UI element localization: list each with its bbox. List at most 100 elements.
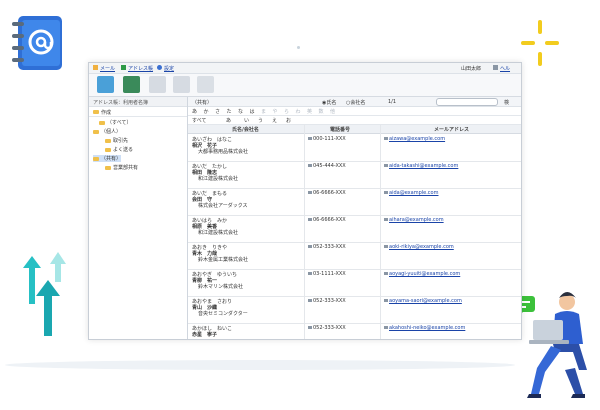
- table-row[interactable]: あいざわ はなこ 相沢 花子 大都事務用品株式会社 000-111-XXX aizawa…: [188, 134, 521, 162]
- kana-sub-tab-4[interactable]: え: [272, 117, 277, 124]
- kana-tab-6[interactable]: ま: [261, 108, 266, 115]
- table-row[interactable]: あおやぎ ゆういち 青柳 祐一 鈴木マリン株式会社 03-1111-XXX aoyagi…: [188, 269, 521, 297]
- phone-icon: [308, 191, 312, 194]
- nav-settings-link[interactable]: 設定: [164, 65, 174, 72]
- folder-icon: [93, 110, 99, 114]
- tree-item-sales-shared[interactable]: 営業部共有: [105, 164, 138, 171]
- page-indicator[interactable]: 1/1: [388, 99, 396, 105]
- help-link[interactable]: ヘル: [500, 65, 510, 72]
- table-row[interactable]: あいだ たかし 相田 隆志 和江建設株式会社 045-444-XXX aida-taka…: [188, 161, 521, 189]
- phone-icon: [308, 164, 312, 167]
- column-phone[interactable]: 電話番号: [330, 126, 350, 133]
- kana-sub-tab-3[interactable]: う: [258, 117, 263, 124]
- kana-tab-4[interactable]: な: [238, 108, 243, 115]
- phone-icon: [308, 218, 312, 221]
- address-book-window: メール アドレス帳 設定 山田太郎 ヘル アドレス帳：利用者名簿 作成 （すべて…: [88, 62, 522, 340]
- email-cell: akahoshi-neiko@example.com: [384, 325, 465, 331]
- mail-icon: [384, 245, 388, 248]
- settings-icon: [157, 65, 162, 70]
- email-cell: aoyama-saori@example.com: [384, 298, 462, 304]
- phone-number: 06-6666-XXX: [313, 190, 346, 196]
- radio-company[interactable]: ○会社名: [346, 99, 365, 106]
- folder-icon: [105, 138, 111, 143]
- email-link[interactable]: aihara@example.com: [389, 217, 444, 223]
- kana-tab-3[interactable]: た: [227, 108, 232, 115]
- up-arrows-icon: [23, 252, 66, 336]
- search-button[interactable]: 検: [504, 99, 509, 106]
- kana-tab-1[interactable]: か: [204, 108, 209, 115]
- email-link[interactable]: aida-takashi@example.com: [389, 163, 458, 169]
- phone-cell: 045-444-XXX: [308, 163, 346, 169]
- kana-index-row: あかさたなはまやらわ英数他: [188, 107, 521, 116]
- kana-tab-7[interactable]: や: [273, 108, 278, 115]
- new-contact-button[interactable]: [97, 76, 114, 93]
- user-name: 山田太郎: [461, 66, 482, 72]
- email-link[interactable]: aizawa@example.com: [389, 136, 445, 142]
- email-cell: aida@example.com: [384, 190, 438, 196]
- decor-dot: [297, 46, 300, 49]
- contact-name[interactable]: 赤星 寧子: [192, 331, 217, 338]
- mail-icon: [93, 65, 98, 70]
- kana-sub-tab-2[interactable]: い: [244, 117, 249, 124]
- kana-tab-10[interactable]: 英: [307, 108, 312, 115]
- toolbar: [89, 74, 521, 97]
- table-header: 氏名/会社名 電話番号 メールアドレス: [188, 125, 521, 134]
- phone-number: 045-444-XXX: [313, 163, 346, 169]
- copy-button[interactable]: [149, 76, 166, 93]
- radio-name[interactable]: ◉氏名: [322, 99, 336, 106]
- folder-sidebar: アドレス帳：利用者名簿 作成 （すべて） （個人） 取引先 よく送る （共有） …: [89, 97, 188, 339]
- nav-mail-link[interactable]: メール: [100, 65, 115, 72]
- mail-icon: [384, 164, 388, 167]
- folder-icon: [99, 120, 105, 125]
- kana-tab-12[interactable]: 他: [330, 108, 335, 115]
- phone-cell: 06-6666-XXX: [308, 217, 346, 223]
- search-input[interactable]: [436, 98, 498, 106]
- move-button[interactable]: [173, 76, 190, 93]
- kana-tab-9[interactable]: わ: [296, 108, 301, 115]
- kana-tab-0[interactable]: あ: [192, 108, 197, 115]
- email-link[interactable]: akahoshi-neiko@example.com: [389, 325, 465, 331]
- kana-sub-tab-1[interactable]: あ: [226, 117, 231, 124]
- phone-number: 06-6666-XXX: [313, 217, 346, 223]
- table-row[interactable]: あいはら みか 相原 美香 和江建設株式会社 06-6666-XXX aihara@ex…: [188, 215, 521, 243]
- kana-tab-2[interactable]: さ: [215, 108, 220, 115]
- contact-list-panel: （共有） ◉氏名 ○会社名 1/1 検 あかさたなはまやらわ英数他 すべてあいう…: [188, 97, 521, 339]
- tree-item-shared[interactable]: （共有）: [93, 155, 122, 162]
- kana-sub-tab-5[interactable]: お: [286, 117, 291, 124]
- kana-sub-row: すべて あ い う え お: [188, 116, 521, 125]
- email-cell: aihara@example.com: [384, 217, 444, 223]
- sidebar-toolbar: 作成: [89, 107, 187, 117]
- contact-company: 大都事務用品株式会社: [198, 149, 249, 155]
- email-link[interactable]: aida@example.com: [389, 190, 438, 196]
- kana-sub-tab-0[interactable]: すべて: [192, 117, 206, 124]
- contact-company: 鈴木金属工業株式会社: [198, 257, 249, 263]
- phone-cell: 000-111-XXX: [308, 136, 346, 142]
- table-row[interactable]: あおやま さおり 青山 沙織 音央セミコンダクター 052-333-XXX aoyama…: [188, 296, 521, 324]
- table-row[interactable]: あかほし ねいこ 赤星 寧子 052-333-XXX akahoshi-neiko@e…: [188, 323, 521, 339]
- edit-button[interactable]: [123, 76, 140, 93]
- address-book-icon: [12, 16, 62, 70]
- column-name[interactable]: 氏名/会社名: [232, 126, 259, 133]
- email-link[interactable]: aoyagi-yuuiti@example.com: [389, 271, 460, 277]
- phone-cell: 06-6666-XXX: [308, 190, 346, 196]
- table-row[interactable]: あいだ まもる 会田 守株式会社アーダックス 06-6666-XXX aida@exa…: [188, 188, 521, 216]
- contact-company: 鈴木マリン株式会社: [198, 284, 244, 290]
- tree-item-frequent[interactable]: よく送る: [105, 146, 133, 153]
- create-folder-button[interactable]: 作成: [93, 109, 111, 116]
- kana-tab-5[interactable]: は: [250, 108, 255, 115]
- tree-item-all[interactable]: （すべて）: [99, 119, 131, 126]
- phone-cell: 03-1111-XXX: [308, 271, 346, 277]
- sidebar-header: アドレス帳：利用者名簿: [89, 97, 187, 107]
- column-email[interactable]: メールアドレス: [434, 126, 469, 133]
- tree-item-personal[interactable]: （個人）: [93, 128, 121, 135]
- nav-addressbook-link[interactable]: アドレス帳: [128, 65, 153, 72]
- kana-tab-8[interactable]: ら: [284, 108, 289, 115]
- top-nav-bar: メール アドレス帳 設定 山田太郎 ヘル: [89, 63, 521, 74]
- phone-icon: [308, 137, 312, 140]
- email-link[interactable]: aoki-rikiya@example.com: [389, 244, 454, 250]
- tree-item-clients[interactable]: 取引先: [105, 137, 128, 144]
- table-row[interactable]: あおき りきや 青木 力哉 鈴木金属工業株式会社 052-333-XXX aoki-ri…: [188, 242, 521, 270]
- kana-tab-11[interactable]: 数: [319, 108, 324, 115]
- email-link[interactable]: aoyama-saori@example.com: [389, 298, 462, 304]
- delete-button[interactable]: [197, 76, 214, 93]
